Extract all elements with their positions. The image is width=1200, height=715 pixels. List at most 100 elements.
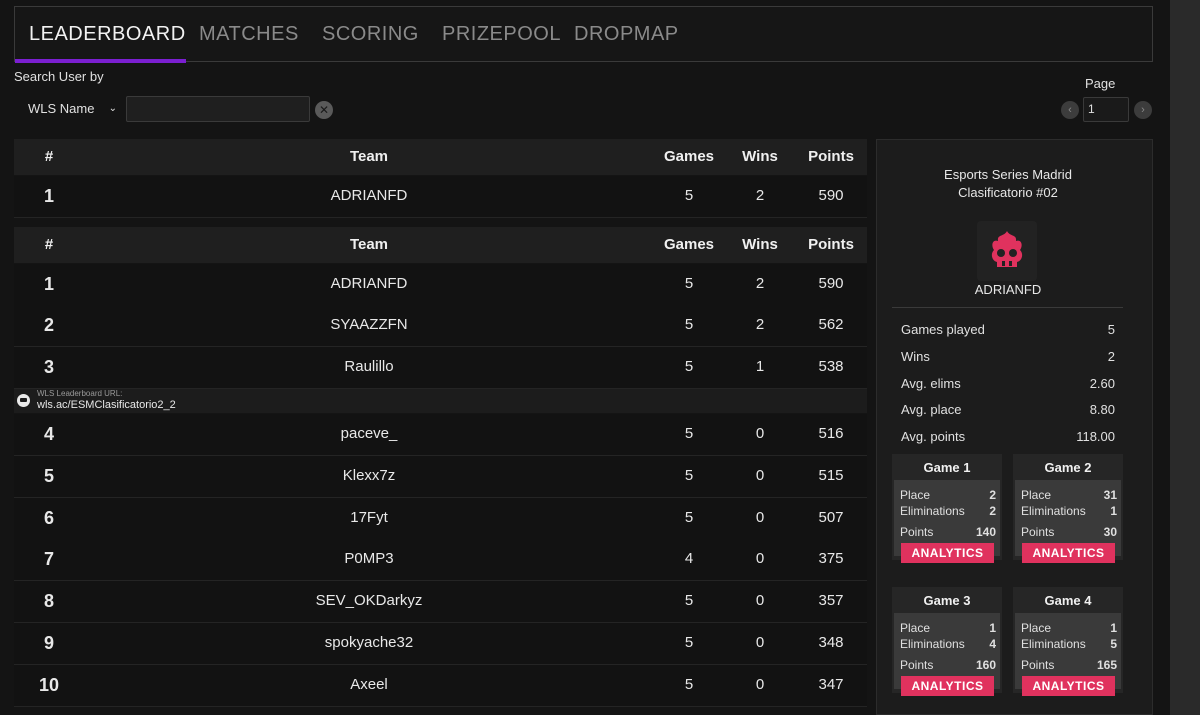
- table-row[interactable]: 4 paceve_ 5 0 516: [14, 414, 867, 456]
- player-detail-panel: Esports Series Madrid Clasificatorio #02…: [876, 139, 1153, 715]
- row-rank: 9: [43, 633, 54, 653]
- row-team: SEV_OKDarkyz: [315, 592, 423, 609]
- table-row[interactable]: 1 ADRIANFD 5 2 590: [14, 264, 867, 306]
- points-value: 165: [1096, 658, 1117, 672]
- row-rank: 1: [43, 274, 54, 294]
- tab-bar: LEADERBOARD MATCHES SCORING PRIZEPOOL DR…: [14, 6, 1153, 63]
- tab-leaderboard[interactable]: LEADERBOARD: [29, 7, 186, 62]
- divider: [892, 307, 1123, 308]
- game-eliminations: Eliminations 2: [900, 504, 996, 518]
- row-rank: 1: [43, 186, 54, 206]
- table-row[interactable]: 8 SEV_OKDarkyz 5 0 357: [14, 581, 867, 623]
- place-label: Place: [900, 488, 931, 502]
- tab-prizepool[interactable]: PRIZEPOOL: [442, 7, 561, 62]
- tab-matches[interactable]: MATCHES: [199, 7, 299, 62]
- points-value: 30: [1103, 525, 1117, 539]
- next-page-icon[interactable]: ›: [1134, 101, 1152, 119]
- tab-scoring[interactable]: SCORING: [322, 7, 419, 62]
- header-wins: Wins: [742, 236, 778, 253]
- search-input[interactable]: [126, 96, 310, 122]
- row-team: Raulillo: [344, 358, 394, 375]
- row-games: 5: [684, 592, 694, 609]
- wls-logo-icon: [17, 394, 30, 407]
- header-rank: #: [44, 148, 54, 165]
- row-points: 538: [818, 358, 844, 375]
- previous-page-icon[interactable]: ‹: [1061, 101, 1079, 119]
- row-wins: 1: [755, 358, 765, 375]
- search-field-select[interactable]: WLS Name ⌄: [14, 96, 122, 122]
- table-row[interactable]: 10 Axeel 5 0 347: [14, 665, 867, 707]
- row-games: 5: [684, 676, 694, 693]
- stat-label: Avg. points: [901, 429, 966, 444]
- points-label: Points: [900, 658, 934, 672]
- row-wins: 2: [755, 275, 765, 292]
- row-rank: 10: [38, 675, 60, 695]
- analytics-button[interactable]: ANALYTICS: [901, 676, 994, 696]
- row-rank: 3: [43, 357, 54, 377]
- table-row[interactable]: 6 17Fyt 5 0 507: [14, 498, 867, 540]
- page-label: Page: [1085, 76, 1116, 91]
- wls-url-link[interactable]: wls.ac/ESMClasificatorio2_2: [37, 399, 176, 412]
- scrollbar-gutter[interactable]: [1170, 0, 1200, 715]
- search-label: Search User by: [14, 69, 104, 84]
- game-details: Place 1 Eliminations 4 Points 160 ANALYTICS: [894, 613, 1000, 696]
- game-eliminations: Eliminations 5: [1021, 637, 1117, 651]
- table-row[interactable]: 5 Klexx7z 5 0 515: [14, 456, 867, 498]
- row-wins: 0: [755, 509, 765, 526]
- game-card-1: Game 1 Place 2 Eliminations 2 Points 140 AN…: [892, 454, 1002, 563]
- header-points: Points: [808, 236, 854, 253]
- row-rank: 4: [43, 424, 54, 444]
- table-row[interactable]: 9 spokyache32 5 0 348: [14, 623, 867, 665]
- points-label: Points: [1021, 525, 1055, 539]
- clear-search-icon[interactable]: ✕: [315, 101, 333, 119]
- game-place: Place 31: [1021, 488, 1117, 502]
- panel-team-name: ADRIANFD: [974, 282, 1042, 297]
- place-value: 31: [1103, 488, 1117, 502]
- stat-value: 5: [1107, 322, 1115, 337]
- row-wins: 0: [755, 592, 765, 609]
- game-details: Place 2 Eliminations 2 Points 140 ANALYTICS: [894, 480, 1000, 563]
- row-games: 5: [684, 634, 694, 651]
- game-points: Points 160: [900, 658, 996, 672]
- game-place: Place 1: [900, 621, 996, 635]
- stat-value: 2.60: [1089, 376, 1115, 391]
- tournament-title: Esports Series Madrid Clasificatorio #02: [877, 166, 1139, 202]
- table-header: # Team Games Wins Points: [14, 227, 867, 263]
- game-eliminations: Eliminations 4: [900, 637, 996, 651]
- points-label: Points: [900, 525, 934, 539]
- stat-label: Avg. place: [901, 402, 962, 417]
- points-value: 140: [975, 525, 996, 539]
- table-row[interactable]: 7 P0MP3 4 0 375: [14, 539, 867, 581]
- place-value: 1: [1110, 621, 1117, 635]
- eliminations-label: Eliminations: [1021, 504, 1086, 518]
- points-value: 160: [975, 658, 996, 672]
- row-team: spokyache32: [324, 634, 414, 651]
- stat-label: Wins: [901, 349, 930, 364]
- row-points: 507: [818, 509, 844, 526]
- points-label: Points: [1021, 658, 1055, 672]
- row-team: Axeel: [350, 676, 388, 693]
- game-points: Points 165: [1021, 658, 1117, 672]
- row-games: 5: [684, 187, 694, 204]
- game-points: Points 30: [1021, 525, 1117, 539]
- eliminations-label: Eliminations: [900, 637, 965, 651]
- header-games: Games: [663, 236, 715, 253]
- page-input[interactable]: 1: [1083, 97, 1129, 122]
- table-row[interactable]: 3 Raulillo 5 1 538: [14, 347, 867, 389]
- pinned-user-row[interactable]: 1 ADRIANFD 5 2 590: [14, 176, 867, 218]
- header-rank: #: [44, 236, 54, 253]
- analytics-button[interactable]: ANALYTICS: [1022, 676, 1115, 696]
- row-games: 5: [684, 509, 694, 526]
- game-card-4: Game 4 Place 1 Eliminations 5 Points 165 AN…: [1013, 587, 1123, 696]
- place-label: Place: [900, 621, 931, 635]
- analytics-button[interactable]: ANALYTICS: [901, 543, 994, 563]
- game-details: Place 1 Eliminations 5 Points 165 ANALYTICS: [1015, 613, 1121, 696]
- game-place: Place 2: [900, 488, 996, 502]
- row-points: 516: [818, 425, 844, 442]
- analytics-button[interactable]: ANALYTICS: [1022, 543, 1115, 563]
- tab-dropmap[interactable]: DROPMAP: [574, 7, 679, 62]
- table-row[interactable]: 2 SYAAZZFN 5 2 562: [14, 305, 867, 347]
- row-team: ADRIANFD: [330, 275, 408, 292]
- header-team: Team: [349, 148, 389, 165]
- team-logo-icon: [977, 221, 1037, 281]
